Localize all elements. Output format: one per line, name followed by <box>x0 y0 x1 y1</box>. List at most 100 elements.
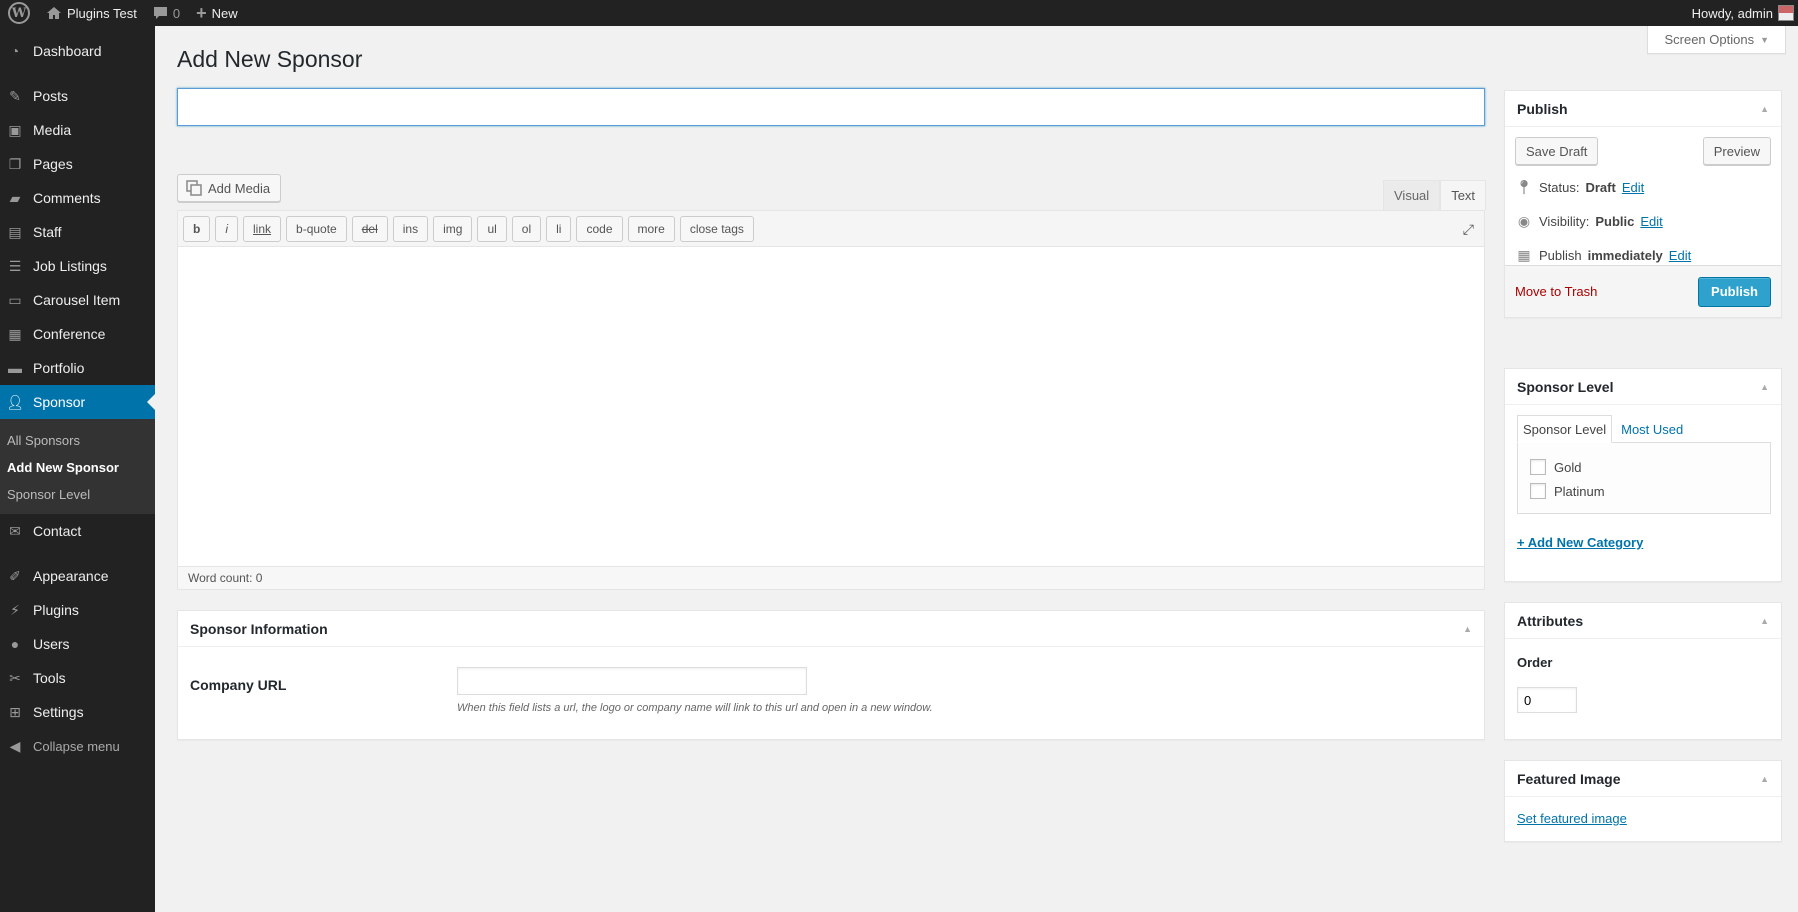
pin-icon: ✎ <box>9 87 21 104</box>
gold-checkbox[interactable] <box>1530 459 1546 475</box>
tab-sponsor-level-all[interactable]: Sponsor Level <box>1517 415 1613 443</box>
editor-mode-tabs: Visual Text <box>1383 180 1487 210</box>
new-content-link[interactable]: + New <box>188 0 246 26</box>
post-title-input[interactable] <box>177 88 1485 126</box>
sidebar-item-label: Carousel Item <box>33 292 121 308</box>
sidebar-item-users[interactable]: ● Users <box>0 627 155 661</box>
collapse-menu-button[interactable]: ◀ Collapse menu <box>0 729 155 763</box>
tab-text[interactable]: Text <box>1440 180 1487 210</box>
collapse-label: Collapse menu <box>33 738 120 754</box>
comments-link[interactable]: 0 <box>145 0 188 26</box>
collapse-arrow-icon: ◀ <box>9 737 21 754</box>
tab-visual[interactable]: Visual <box>1383 180 1441 210</box>
qt-link-button[interactable]: link <box>243 215 282 242</box>
content-textarea[interactable] <box>178 247 1484 567</box>
featured-image-header[interactable]: Featured Image ▲ <box>1505 761 1781 797</box>
order-input[interactable] <box>1517 687 1577 713</box>
qt-ul-button[interactable]: ul <box>477 215 507 242</box>
screen-options-button[interactable]: Screen Options ▼ <box>1647 26 1786 54</box>
sidebar-item-staff[interactable]: ▤ Staff <box>0 215 155 249</box>
toggle-arrow-icon[interactable]: ▲ <box>1760 616 1769 626</box>
toggle-arrow-icon[interactable]: ▲ <box>1760 104 1769 114</box>
qt-blockquote-button[interactable]: b-quote <box>286 215 347 242</box>
sidebar-item-plugins[interactable]: ⚡ Plugins <box>0 593 155 627</box>
sidebar-item-contact[interactable]: ✉ Contact <box>0 514 155 548</box>
edit-visibility-link[interactable]: Edit <box>1640 214 1662 229</box>
sidebar-item-job-listings[interactable]: ☰ Job Listings <box>0 249 155 283</box>
qt-del-button[interactable]: del <box>351 215 388 242</box>
edit-timestamp-link[interactable]: Edit <box>1669 248 1691 263</box>
submenu-all-sponsors[interactable]: All Sponsors <box>0 427 155 454</box>
order-label: Order <box>1517 655 1553 670</box>
add-media-button[interactable]: Add Media <box>177 174 282 202</box>
sidebar-item-sponsor[interactable]: 👤︎ Sponsor <box>0 385 155 419</box>
qt-img-button[interactable]: img <box>433 215 473 242</box>
sidebar-item-label: Staff <box>33 224 62 240</box>
sidebar-item-conference[interactable]: ▦ Conference <box>0 317 155 351</box>
content-editor: b i link b-quote del ins img ul ol li co… <box>177 210 1485 590</box>
sidebar-item-label: Job Listings <box>33 258 107 274</box>
qt-ins-button[interactable]: ins <box>392 215 429 242</box>
sponsor-information-header[interactable]: Sponsor Information ▲ <box>178 611 1484 647</box>
sponsor-level-header[interactable]: Sponsor Level ▲ <box>1505 369 1781 405</box>
toggle-arrow-icon[interactable]: ▲ <box>1463 624 1472 634</box>
attributes-header[interactable]: Attributes ▲ <box>1505 603 1781 639</box>
sidebar-item-dashboard[interactable]: ◔ Dashboard <box>0 34 155 68</box>
qt-close-tags-button[interactable]: close tags <box>679 215 754 242</box>
preview-button[interactable]: Preview <box>1702 137 1771 165</box>
qt-bold-button[interactable]: b <box>183 215 211 242</box>
fullscreen-icon[interactable]: ⤢ <box>1463 221 1474 238</box>
move-to-trash-link[interactable]: Move to Trash <box>1515 284 1597 299</box>
my-account-menu[interactable]: Howdy, admin <box>1684 0 1798 26</box>
toggle-arrow-icon[interactable]: ▲ <box>1760 382 1769 392</box>
publish-minor-actions: Save Draft Preview <box>1515 137 1771 165</box>
toggle-arrow-icon[interactable]: ▲ <box>1760 774 1769 784</box>
sidebar-item-comments[interactable]: ▰ Comments <box>0 181 155 215</box>
qt-italic-button[interactable]: i <box>215 215 239 242</box>
sidebar-item-label: Posts <box>33 88 69 104</box>
set-featured-image-link[interactable]: Set featured image <box>1517 811 1627 826</box>
comment-icon: ▰ <box>9 189 21 206</box>
sidebar-item-pages[interactable]: ❐ Pages <box>0 147 155 181</box>
box-title: Featured Image <box>1517 770 1621 787</box>
visibility-row: ◉ Visibility: Public Edit <box>1515 213 1663 230</box>
category-checklist: Gold Platinum <box>1517 442 1771 514</box>
qt-code-button[interactable]: code <box>576 215 623 242</box>
word-count: Word count: 0 <box>188 571 263 585</box>
site-name-link[interactable]: Plugins Test <box>38 0 145 26</box>
company-url-input[interactable] <box>457 667 807 695</box>
sidebar-item-settings[interactable]: ⊞ Settings <box>0 695 155 729</box>
publish-button[interactable]: Publish <box>1698 276 1771 307</box>
brush-icon: ✐ <box>9 567 21 584</box>
qt-li-button[interactable]: li <box>546 215 572 242</box>
platinum-checkbox[interactable] <box>1530 483 1546 499</box>
sidebar-item-tools[interactable]: ✂ Tools <box>0 661 155 695</box>
tab-most-used[interactable]: Most Used <box>1616 415 1688 443</box>
sidebar-item-appearance[interactable]: ✐ Appearance <box>0 559 155 593</box>
sidebar-item-media[interactable]: ▣ Media <box>0 113 155 147</box>
sidebar-item-posts[interactable]: ✎ Posts <box>0 79 155 113</box>
wp-logo-menu[interactable]: W <box>0 0 38 26</box>
category-item-gold[interactable]: Gold <box>1530 455 1758 479</box>
new-label: New <box>211 5 238 21</box>
eye-icon: ◉ <box>1517 213 1531 229</box>
sidebar-item-label: Media <box>33 122 72 138</box>
category-label: Platinum <box>1554 483 1605 499</box>
page-title: Add New Sponsor <box>177 46 363 72</box>
qt-more-button[interactable]: more <box>627 215 675 242</box>
category-item-platinum[interactable]: Platinum <box>1530 479 1758 503</box>
sidebar-item-portfolio[interactable]: ▬ Portfolio <box>0 351 155 385</box>
submenu-sponsor-level[interactable]: Sponsor Level <box>0 481 155 508</box>
submenu-add-new-sponsor[interactable]: Add New Sponsor <box>0 454 155 481</box>
edit-status-link[interactable]: Edit <box>1622 180 1644 195</box>
sidebar-item-carousel-item[interactable]: ▭ Carousel Item <box>0 283 155 317</box>
screen-options-label: Screen Options <box>1664 32 1755 47</box>
qt-ol-button[interactable]: ol <box>511 215 542 242</box>
add-new-category-link[interactable]: + Add New Category <box>1517 535 1643 550</box>
publish-header[interactable]: Publish ▲ <box>1505 91 1781 127</box>
sidebar-item-label: Dashboard <box>33 43 102 59</box>
sidebar-item-label: Appearance <box>33 568 109 584</box>
save-draft-button[interactable]: Save Draft <box>1515 137 1599 165</box>
avatar <box>1778 5 1794 21</box>
home-icon <box>47 7 61 19</box>
